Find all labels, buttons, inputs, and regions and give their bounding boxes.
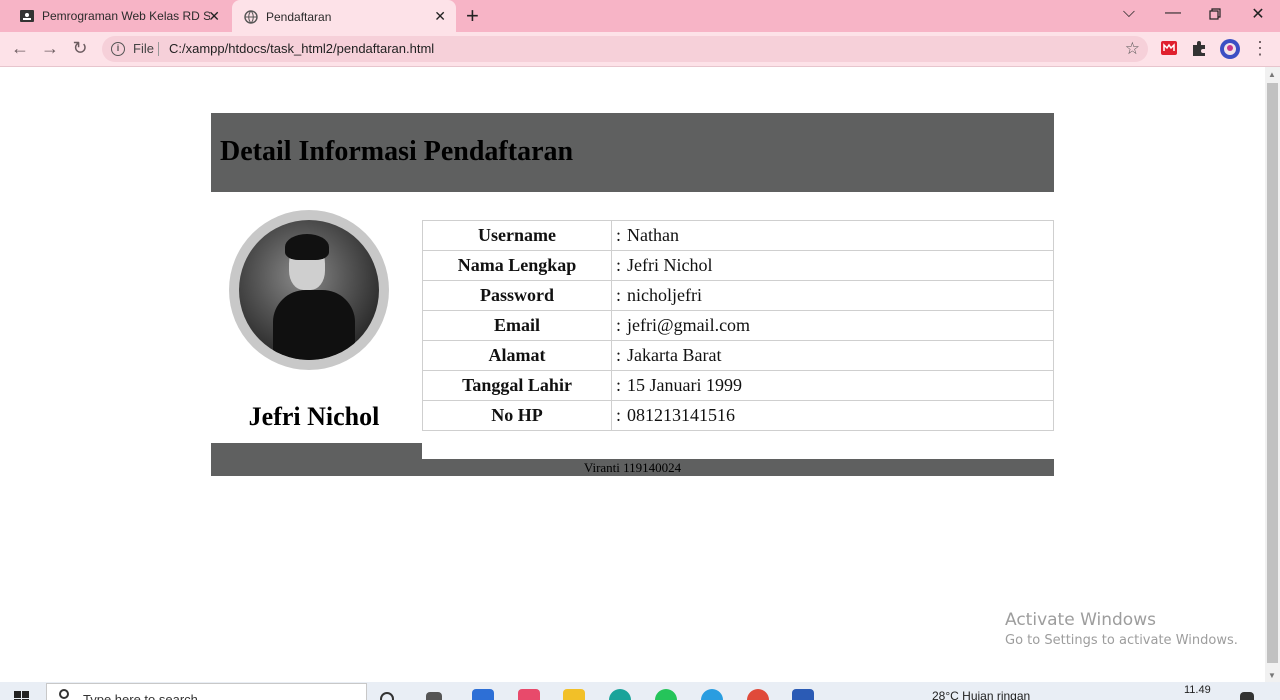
back-arrow-icon[interactable]: ← xyxy=(10,38,30,58)
detail-row: Password: nicholjefri xyxy=(422,280,1054,311)
profile-photo xyxy=(229,210,389,370)
url-scheme-label: File xyxy=(133,41,154,56)
detail-label: Email xyxy=(422,310,612,341)
detail-row: Nama Lengkap: Jefri Nichol xyxy=(422,250,1054,281)
close-tab-icon[interactable]: ✕ xyxy=(434,8,446,24)
detail-label: Username xyxy=(422,220,612,251)
scrollbar-thumb[interactable] xyxy=(1267,83,1278,663)
footer-text: Viranti 119140024 xyxy=(583,460,682,475)
scroll-down-arrow-icon[interactable]: ▼ xyxy=(1268,671,1276,680)
page-title: Detail Informasi Pendaftaran xyxy=(220,136,574,167)
toolbar: ← → ↻ i File C:/xampp/htdocs/task_html2/… xyxy=(0,32,1280,67)
detail-value: 15 Januari 1999 xyxy=(627,375,742,395)
detail-separator: : xyxy=(616,405,622,425)
detail-label: No HP xyxy=(422,400,612,431)
close-tab-icon[interactable]: ✕ xyxy=(208,8,220,24)
page-header: Detail Informasi Pendaftaran xyxy=(211,113,1054,192)
tab-search-chevron-icon[interactable]: ⌵ xyxy=(1119,4,1139,22)
notification-icon[interactable] xyxy=(1240,692,1254,700)
detail-value: Jefri Nichol xyxy=(627,255,713,275)
search-placeholder: Type here to search xyxy=(83,692,198,700)
detail-label: Alamat xyxy=(422,340,612,371)
watermark-title: Activate Windows xyxy=(1005,610,1156,630)
detail-label: Password xyxy=(422,280,612,311)
file-explorer-icon[interactable] xyxy=(563,689,585,700)
cortana-icon[interactable] xyxy=(380,692,394,700)
tab-strip: Pemrograman Web Kelas RD Sen ✕ Pendaftar… xyxy=(0,0,1280,33)
restore-icon[interactable] xyxy=(1209,8,1221,20)
vertical-scrollbar[interactable]: ▲ ▼ xyxy=(1265,67,1280,682)
minimize-icon[interactable]: — xyxy=(1163,4,1183,22)
search-icon xyxy=(59,689,69,699)
forward-arrow-icon[interactable]: → xyxy=(40,38,60,58)
tab-title: Pendaftaran xyxy=(266,9,332,24)
profile-avatar-icon[interactable] xyxy=(1219,38,1241,60)
detail-value: jefri@gmail.com xyxy=(627,315,751,335)
globe-icon xyxy=(244,9,258,24)
detail-separator: : xyxy=(616,285,622,305)
detail-value-cell: : nicholjefri xyxy=(611,280,1054,311)
detail-separator: : xyxy=(616,225,622,245)
detail-separator: : xyxy=(616,345,622,365)
detail-separator: : xyxy=(616,375,622,395)
clock-time[interactable]: 11.49 xyxy=(1184,684,1211,696)
windows-taskbar: Type here to search 28°C Hujan ringan 11… xyxy=(0,682,1280,700)
tab-pendaftaran[interactable]: Pendaftaran ✕ xyxy=(232,0,456,33)
detail-value-cell: : Jefri Nichol xyxy=(611,250,1054,281)
detail-value: Jakarta Barat xyxy=(627,345,722,365)
close-window-icon[interactable]: ✕ xyxy=(1248,4,1268,24)
detail-row: Alamat: Jakarta Barat xyxy=(422,340,1054,371)
windows-start-icon[interactable] xyxy=(14,691,30,700)
menu-kebab-icon[interactable]: ⋮ xyxy=(1250,38,1270,58)
activate-windows-watermark: Activate Windows Go to Settings to activ… xyxy=(1005,610,1238,648)
url-text[interactable]: C:/xampp/htdocs/task_html2/pendaftaran.h… xyxy=(169,41,434,56)
extensions-puzzle-icon[interactable] xyxy=(1190,39,1208,57)
detail-value-cell: :081213141516 xyxy=(611,400,1054,431)
bookmark-star-icon[interactable]: ☆ xyxy=(1125,39,1140,59)
new-tab-button[interactable]: + xyxy=(466,4,479,28)
detail-value-cell: : jefri@gmail.com xyxy=(611,310,1054,341)
chrome-icon[interactable] xyxy=(747,689,769,700)
detail-value-cell: : Nathan xyxy=(611,220,1054,251)
url-separator xyxy=(158,42,159,56)
detail-label: Nama Lengkap xyxy=(422,250,612,281)
detail-separator: : xyxy=(616,255,622,275)
telegram-icon[interactable] xyxy=(701,689,723,700)
reload-icon[interactable]: ↻ xyxy=(70,38,90,58)
store-icon[interactable] xyxy=(472,689,494,700)
word-icon[interactable] xyxy=(792,689,814,700)
classroom-favicon-icon xyxy=(20,10,34,22)
tab-title: Pemrograman Web Kelas RD Sen xyxy=(42,9,210,23)
task-view-icon[interactable] xyxy=(426,692,442,700)
detail-value: nicholjefri xyxy=(627,285,702,305)
profile-name: Jefri Nichol xyxy=(248,402,380,431)
taskbar-search-input[interactable]: Type here to search xyxy=(46,683,367,700)
tab-pemrograman-web[interactable]: Pemrograman Web Kelas RD Sen ✕ xyxy=(8,0,230,32)
detail-value: 081213141516 xyxy=(627,405,736,425)
detail-value-cell: :15 Januari 1999 xyxy=(611,370,1054,401)
detail-row: No HP:081213141516 xyxy=(422,400,1054,431)
registration-details-table: Username: Nathan Nama Lengkap: Jefri Nichol… xyxy=(422,220,1054,431)
app-icon[interactable] xyxy=(518,689,540,700)
edge-icon[interactable] xyxy=(609,689,631,700)
detail-value-cell: : Jakarta Barat xyxy=(611,340,1054,371)
address-bar[interactable]: i File C:/xampp/htdocs/task_html2/pendaf… xyxy=(102,36,1148,62)
extension-red-icon[interactable] xyxy=(1160,39,1178,57)
info-icon[interactable]: i xyxy=(111,42,125,56)
detail-value: Nathan xyxy=(627,225,679,245)
detail-row: Tanggal Lahir:15 Januari 1999 xyxy=(422,370,1054,401)
weather-status[interactable]: 28°C Hujan ringan xyxy=(932,689,1030,700)
detail-separator: : xyxy=(616,315,622,335)
detail-row: Username: Nathan xyxy=(422,220,1054,251)
detail-label: Tanggal Lahir xyxy=(422,370,612,401)
scroll-up-arrow-icon[interactable]: ▲ xyxy=(1268,70,1276,79)
watermark-subtitle: Go to Settings to activate Windows. xyxy=(1005,633,1238,648)
whatsapp-icon[interactable] xyxy=(655,689,677,700)
detail-row: Email: jefri@gmail.com xyxy=(422,310,1054,341)
